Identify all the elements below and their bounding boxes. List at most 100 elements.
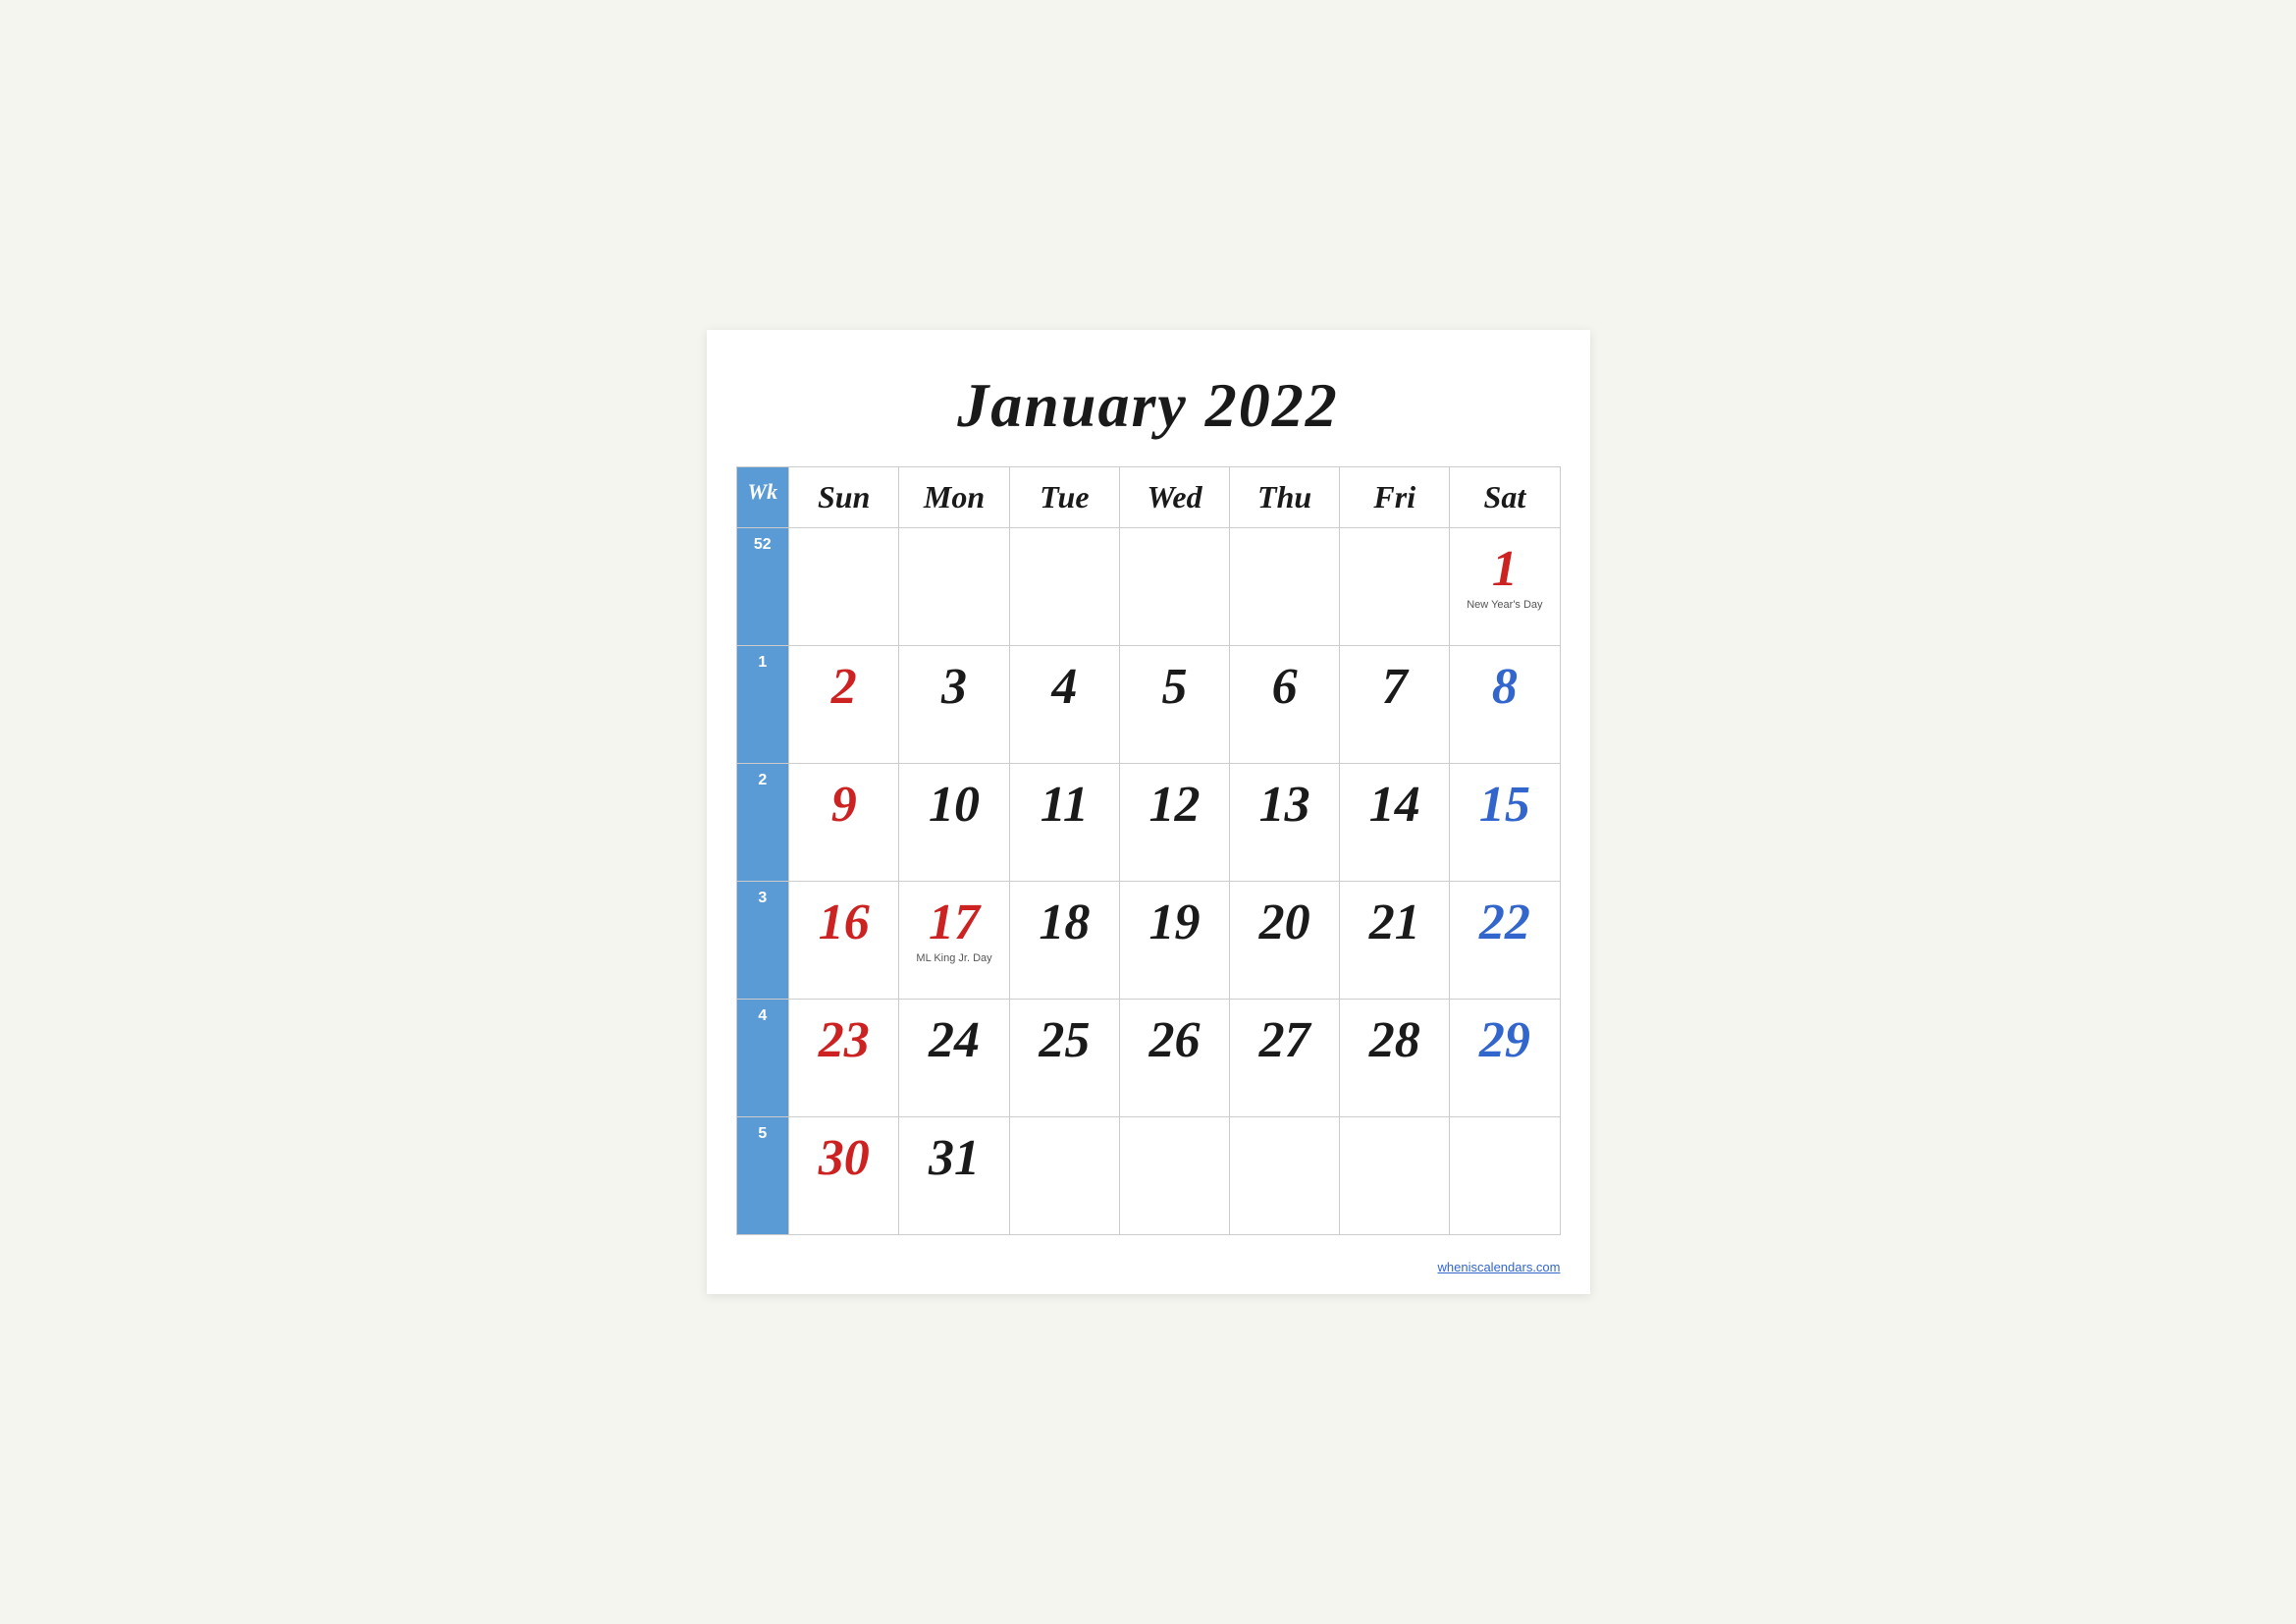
day-number: 25 [1039, 1015, 1090, 1066]
wk-header: Wk [736, 467, 789, 528]
calendar-row-3: 3 16 17 ML King Jr. Day 18 19 20 21 22 [736, 882, 1560, 1000]
day-cell [1340, 528, 1450, 646]
header-row: Wk Sun Mon Tue Wed Thu Fri Sat [736, 467, 1560, 528]
day-number: 21 [1369, 897, 1420, 948]
day-number: 17 [929, 897, 980, 948]
header-fri: Fri [1340, 467, 1450, 528]
day-number: 24 [929, 1015, 980, 1066]
day-number: 14 [1369, 780, 1420, 831]
day-number: 23 [819, 1015, 870, 1066]
day-cell [899, 528, 1010, 646]
day-cell: 4 [1009, 646, 1119, 764]
day-cell: 8 [1450, 646, 1560, 764]
day-cell: 22 [1450, 882, 1560, 1000]
day-number: 10 [929, 780, 980, 831]
day-cell: 7 [1340, 646, 1450, 764]
day-number: 5 [1161, 662, 1187, 713]
day-number: 2 [831, 662, 857, 713]
day-cell: 1 New Year's Day [1450, 528, 1560, 646]
day-cell [1230, 1117, 1340, 1235]
header-mon: Mon [899, 467, 1010, 528]
header-sun: Sun [789, 467, 899, 528]
day-number: 11 [1041, 780, 1089, 831]
day-number: 22 [1479, 897, 1530, 948]
day-number: 26 [1148, 1015, 1200, 1066]
day-cell: 10 [899, 764, 1010, 882]
day-number: 15 [1479, 780, 1530, 831]
day-number: 29 [1479, 1015, 1530, 1066]
day-number: 16 [819, 897, 870, 948]
day-cell: 9 [789, 764, 899, 882]
calendar-table: Wk Sun Mon Tue Wed Thu Fri Sat 521New Ye… [736, 466, 1561, 1235]
day-cell [1119, 528, 1229, 646]
week-number-1: 1 [736, 646, 789, 764]
calendar-row-0: 52 1 New Year's Day [736, 528, 1560, 646]
week-number-2: 2 [736, 764, 789, 882]
week-number-5: 5 [736, 1117, 789, 1235]
header-tue: Tue [1009, 467, 1119, 528]
day-cell: 6 [1230, 646, 1340, 764]
day-number: 12 [1148, 780, 1200, 831]
week-number-3: 3 [736, 882, 789, 1000]
day-cell: 23 [789, 1000, 899, 1117]
day-number: 8 [1492, 662, 1518, 713]
day-cell [1009, 528, 1119, 646]
week-number-0: 52 [736, 528, 789, 646]
day-cell: 12 [1119, 764, 1229, 882]
week-number-4: 4 [736, 1000, 789, 1117]
day-cell: 29 [1450, 1000, 1560, 1117]
day-cell: 16 [789, 882, 899, 1000]
day-cell: 18 [1009, 882, 1119, 1000]
day-cell: 19 [1119, 882, 1229, 1000]
day-cell [789, 528, 899, 646]
calendar-row-1: 12 3 4 5 6 7 8 [736, 646, 1560, 764]
holiday-label: ML King Jr. Day [916, 952, 991, 965]
calendar-row-2: 29 10 11 12 13 14 15 [736, 764, 1560, 882]
day-cell: 30 [789, 1117, 899, 1235]
header-thu: Thu [1230, 467, 1340, 528]
calendar-title: January 2022 [736, 350, 1561, 466]
day-cell: 5 [1119, 646, 1229, 764]
header-wed: Wed [1119, 467, 1229, 528]
day-cell: 17 ML King Jr. Day [899, 882, 1010, 1000]
day-number: 31 [929, 1133, 980, 1184]
day-number: 1 [1492, 544, 1518, 595]
day-cell [1119, 1117, 1229, 1235]
day-number: 18 [1039, 897, 1090, 948]
day-cell: 14 [1340, 764, 1450, 882]
day-cell [1009, 1117, 1119, 1235]
watermark-link[interactable]: wheniscalendars.com [1437, 1260, 1560, 1274]
day-cell [1340, 1117, 1450, 1235]
day-cell: 11 [1009, 764, 1119, 882]
day-cell: 21 [1340, 882, 1450, 1000]
day-number: 27 [1259, 1015, 1310, 1066]
day-number: 4 [1051, 662, 1077, 713]
day-number: 9 [831, 780, 857, 831]
day-cell: 27 [1230, 1000, 1340, 1117]
day-number: 3 [941, 662, 967, 713]
day-number: 20 [1259, 897, 1310, 948]
holiday-label: New Year's Day [1467, 599, 1542, 612]
day-cell: 31 [899, 1117, 1010, 1235]
day-number: 28 [1369, 1015, 1420, 1066]
calendar-row-5: 5 30 31 [736, 1117, 1560, 1235]
day-number: 7 [1382, 662, 1408, 713]
day-cell: 13 [1230, 764, 1340, 882]
day-cell: 3 [899, 646, 1010, 764]
calendar-row-4: 4 23 24 25 26 27 28 29 [736, 1000, 1560, 1117]
day-cell: 25 [1009, 1000, 1119, 1117]
day-cell: 28 [1340, 1000, 1450, 1117]
day-cell [1230, 528, 1340, 646]
day-cell: 20 [1230, 882, 1340, 1000]
day-cell [1450, 1117, 1560, 1235]
day-cell: 24 [899, 1000, 1010, 1117]
day-cell: 2 [789, 646, 899, 764]
day-cell: 26 [1119, 1000, 1229, 1117]
header-sat: Sat [1450, 467, 1560, 528]
day-number: 13 [1259, 780, 1310, 831]
day-number: 6 [1272, 662, 1298, 713]
day-number: 19 [1148, 897, 1200, 948]
day-cell: 15 [1450, 764, 1560, 882]
day-number: 30 [819, 1133, 870, 1184]
calendar-container: January 2022 Wk Sun Mon Tue Wed Thu Fri … [707, 330, 1590, 1294]
